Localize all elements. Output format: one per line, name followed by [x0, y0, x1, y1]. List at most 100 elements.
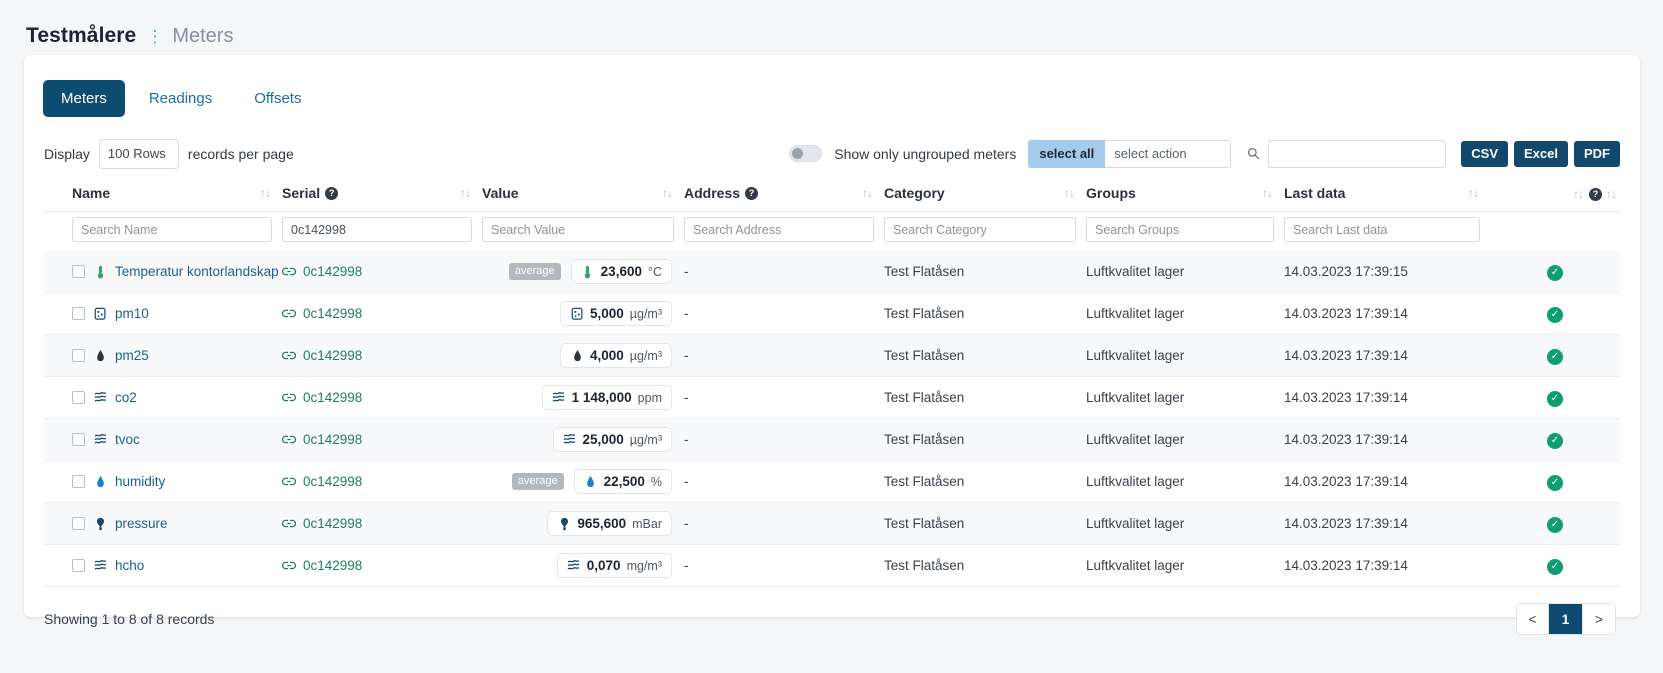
sort-icon-last-data[interactable]: ↑↓: [1468, 186, 1490, 200]
export-pdf-button[interactable]: PDF: [1574, 140, 1620, 167]
cell-last-data: 14.03.2023 17:39:14: [1284, 348, 1408, 363]
meter-serial-link[interactable]: 0c142998: [303, 474, 362, 489]
tab-readings[interactable]: Readings: [131, 80, 230, 117]
status-ok-icon: ✓: [1547, 348, 1563, 365]
meter-name-link[interactable]: co2: [115, 390, 137, 405]
table-row[interactable]: humidity 0c142998 average 22,500% - Test Flat…: [44, 461, 1620, 503]
table-row[interactable]: co2 0c142998 1 148,000 ppm - Test Flatåsen Luf…: [44, 377, 1620, 419]
col-label-value: Value: [482, 185, 519, 201]
link-icon: [282, 560, 296, 571]
filter-input-value[interactable]: [482, 217, 674, 242]
cell-groups: Luftkvalitet lager: [1086, 390, 1185, 405]
pagination-prev[interactable]: <: [1517, 604, 1549, 634]
average-badge: average: [508, 262, 561, 281]
cell-status: ✓: [1490, 545, 1620, 587]
cell-value: 1 148,000 ppm: [482, 377, 684, 419]
cell-name: co2: [44, 377, 282, 419]
row-checkbox[interactable]: [72, 265, 85, 278]
col-header-last-data[interactable]: Last data ↑↓: [1284, 179, 1490, 212]
meter-name-link[interactable]: pressure: [115, 516, 168, 531]
table-row[interactable]: pm10 0c142998 5,000 µg/m³ - Test Flatåsen Luft…: [44, 293, 1620, 335]
meter-name-link[interactable]: Temperatur kontorlandskap: [115, 264, 279, 279]
gas-icon: [552, 391, 566, 405]
select-action-dropdown[interactable]: select action: [1105, 139, 1232, 168]
link-icon: [282, 476, 296, 487]
filter-input-last-data[interactable]: [1284, 217, 1480, 242]
meter-serial-link[interactable]: 0c142998: [303, 516, 362, 531]
breadcrumb: Testmålere ⋮ Meters: [0, 0, 1663, 54]
tab-meters[interactable]: Meters: [43, 80, 125, 117]
sort-icon-serial[interactable]: ↑↓: [460, 186, 482, 200]
col-header-serial[interactable]: Serial ? ↑↓: [282, 179, 482, 212]
cell-name: pressure: [44, 503, 282, 545]
filter-input-groups[interactable]: [1086, 217, 1274, 242]
meter-name-link[interactable]: humidity: [115, 474, 165, 489]
tab-offsets[interactable]: Offsets: [236, 80, 319, 117]
row-checkbox[interactable]: [72, 433, 85, 446]
row-checkbox[interactable]: [72, 559, 85, 572]
cell-category: Test Flatåsen: [884, 306, 965, 321]
link-icon: [282, 350, 296, 361]
col-header-address[interactable]: Address ? ↑↓: [684, 179, 884, 212]
export-excel-button[interactable]: Excel: [1514, 140, 1568, 167]
row-checkbox[interactable]: [72, 349, 85, 362]
sort-icon-status[interactable]: ↑↓: [1606, 187, 1617, 201]
meter-serial-link[interactable]: 0c142998: [303, 558, 362, 573]
humidity-icon: [584, 475, 598, 489]
help-icon-status[interactable]: ?: [1589, 187, 1602, 201]
table-row[interactable]: pm25 0c142998 4,000 µg/m³ - Test Flatåsen Luft…: [44, 334, 1620, 377]
table-row[interactable]: tvoc 0c142998 25,000 µg/m³ - Test Flatåsen Luf…: [44, 418, 1620, 461]
sort-icon-name[interactable]: ↑↓: [260, 186, 282, 200]
ungrouped-meters-toggle[interactable]: [789, 145, 823, 162]
table-toolbar: Display 100 Rows records per page Show o…: [24, 117, 1640, 169]
filter-input-address[interactable]: [684, 217, 874, 242]
meter-name-link[interactable]: pm25: [115, 348, 149, 363]
sort-icon-address[interactable]: ↑↓: [862, 186, 884, 200]
cell-groups: Luftkvalitet lager: [1086, 348, 1185, 363]
sort-icon-status-left[interactable]: ↑↓: [1573, 187, 1585, 201]
row-checkbox[interactable]: [72, 391, 85, 404]
pagination-page-1[interactable]: 1: [1549, 604, 1583, 634]
help-icon-serial[interactable]: ?: [325, 186, 339, 200]
rows-per-page-select[interactable]: 100 Rows: [98, 138, 179, 169]
select-all-button[interactable]: select all: [1028, 139, 1106, 168]
meter-name-link[interactable]: hcho: [115, 558, 144, 573]
table-row[interactable]: hcho 0c142998 0,070 mg/m³ - Test Flatåsen Luft…: [44, 545, 1620, 587]
meter-serial-link[interactable]: 0c142998: [303, 306, 362, 321]
row-checkbox[interactable]: [72, 307, 85, 320]
col-header-category[interactable]: Category ↑↓: [884, 179, 1086, 212]
meter-serial-link[interactable]: 0c142998: [303, 264, 362, 279]
col-header-groups[interactable]: Groups ↑↓: [1086, 179, 1284, 212]
global-search-input[interactable]: [1268, 139, 1447, 168]
meter-name-link[interactable]: tvoc: [115, 432, 140, 447]
help-icon-address[interactable]: ?: [745, 186, 759, 200]
droplet-icon: [93, 349, 107, 363]
col-label-category: Category: [884, 185, 945, 201]
value-pill: 0,070 mg/m³: [556, 553, 672, 578]
col-header-value[interactable]: Value ↑↓: [482, 179, 684, 212]
meter-serial-link[interactable]: 0c142998: [303, 432, 362, 447]
filter-input-serial[interactable]: [282, 217, 472, 242]
filter-input-category[interactable]: [884, 217, 1076, 242]
breadcrumb-parent[interactable]: Testmålere: [26, 24, 136, 48]
row-checkbox[interactable]: [72, 517, 85, 530]
cell-category: Test Flatåsen: [884, 432, 965, 447]
meter-name-link[interactable]: pm10: [115, 306, 149, 321]
thermometer-icon: [581, 265, 595, 279]
table-row[interactable]: pressure 0c142998 965,600 mBar - Test Flatåse…: [44, 502, 1620, 545]
cell-value: 965,600 mBar: [482, 503, 684, 545]
export-csv-button[interactable]: CSV: [1461, 140, 1509, 167]
row-checkbox[interactable]: [72, 475, 85, 488]
value-number: 23,600: [600, 264, 642, 279]
global-search: [1247, 139, 1447, 168]
table-row[interactable]: Temperatur kontorlandskap 0c142998 average…: [44, 251, 1620, 293]
sort-icon-value[interactable]: ↑↓: [662, 186, 684, 200]
pagination-next[interactable]: >: [1583, 604, 1615, 634]
sort-icon-category[interactable]: ↑↓: [1064, 186, 1086, 200]
filter-input-name[interactable]: [72, 217, 272, 242]
sort-icon-groups[interactable]: ↑↓: [1262, 186, 1284, 200]
meter-serial-link[interactable]: 0c142998: [303, 348, 362, 363]
col-header-status[interactable]: ↑↓ ? ↑↓: [1490, 179, 1620, 212]
meter-serial-link[interactable]: 0c142998: [303, 390, 362, 405]
col-header-name[interactable]: Name ↑↓: [44, 179, 282, 212]
